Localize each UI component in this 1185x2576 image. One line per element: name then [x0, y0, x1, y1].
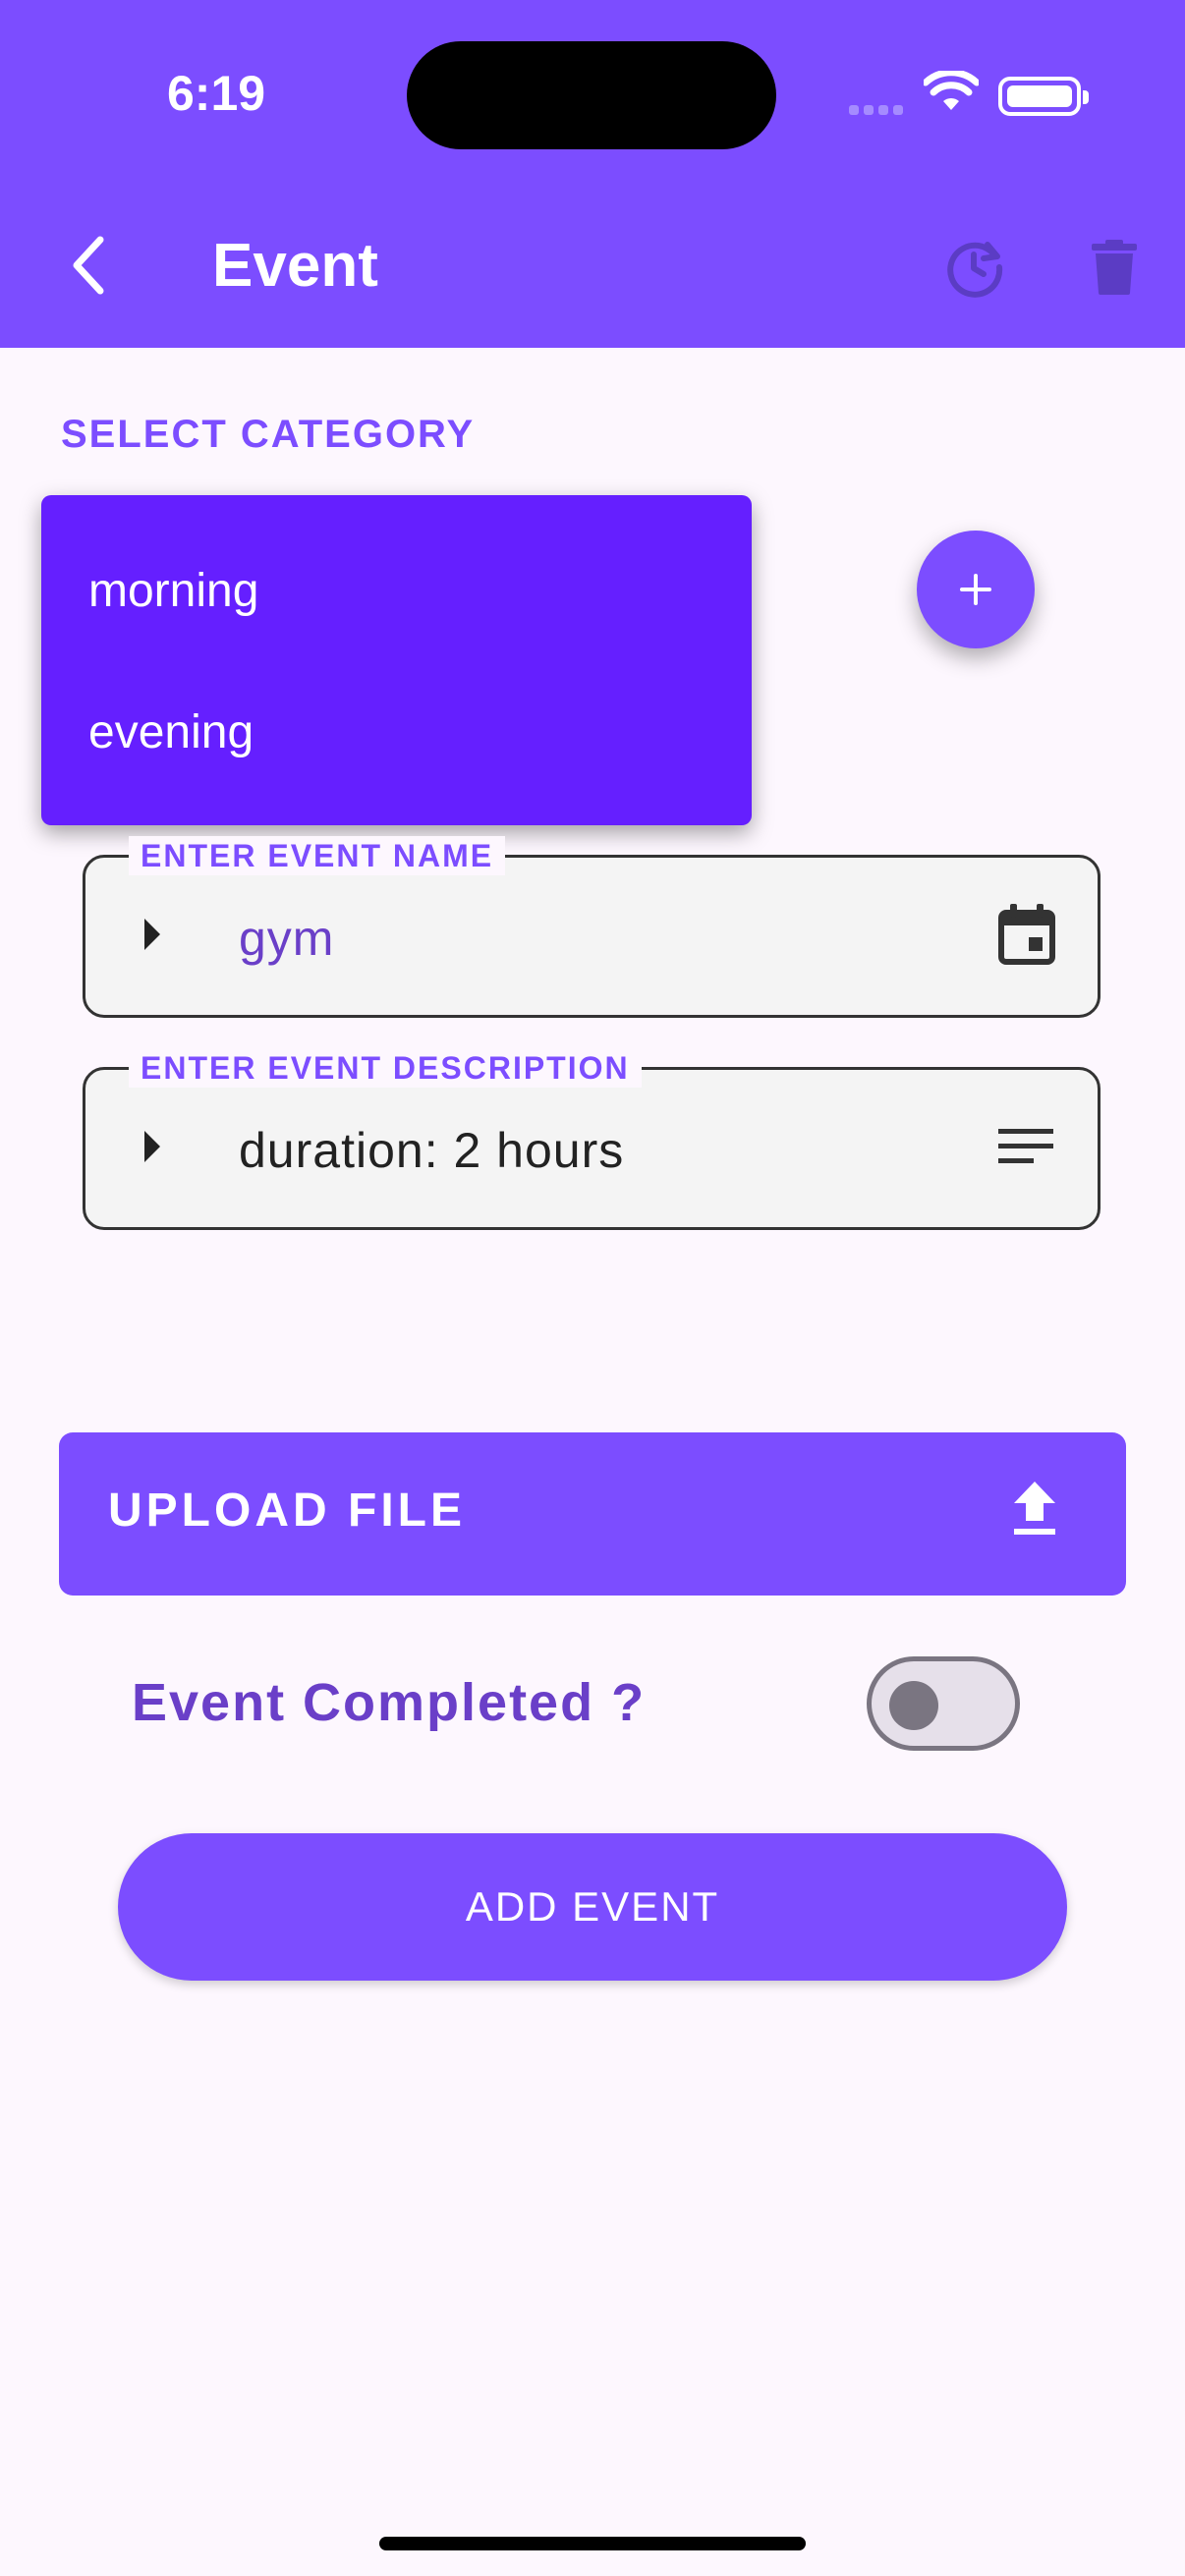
- category-dropdown-menu: morning evening: [41, 495, 752, 825]
- dynamic-island: [407, 41, 776, 149]
- cellular-signal-icon: [849, 102, 908, 120]
- dropdown-option-morning[interactable]: morning: [88, 564, 258, 618]
- event-description-value: duration: 2 hours: [239, 1123, 625, 1178]
- play-arrow-icon: [144, 1131, 160, 1162]
- add-category-button[interactable]: [917, 531, 1035, 648]
- upload-file-button[interactable]: UPLOAD FILE: [59, 1432, 1126, 1596]
- back-chevron-icon[interactable]: [49, 226, 128, 305]
- event-name-label: ENTER EVENT NAME: [129, 836, 506, 875]
- home-indicator: [379, 2537, 806, 2550]
- wifi-icon: [922, 69, 981, 119]
- battery-icon: [998, 77, 1089, 116]
- event-description-field[interactable]: ENTER EVENT DESCRIPTION duration: 2 hour…: [83, 1048, 1100, 1230]
- upload-file-label: UPLOAD FILE: [108, 1484, 466, 1537]
- add-event-button[interactable]: ADD EVENT: [118, 1833, 1067, 1981]
- calendar-icon[interactable]: [991, 899, 1062, 970]
- event-description-label: ENTER EVENT DESCRIPTION: [129, 1048, 642, 1088]
- select-category-label: SELECT CATEGORY: [61, 413, 476, 456]
- dropdown-option-evening[interactable]: evening: [88, 705, 254, 759]
- status-time: 6:19: [167, 66, 266, 121]
- page-title: Event: [212, 232, 378, 300]
- event-completed-switch[interactable]: [867, 1656, 1020, 1751]
- notes-icon: [991, 1111, 1062, 1182]
- event-name-field[interactable]: ENTER EVENT NAME gym: [83, 836, 1100, 1018]
- history-icon[interactable]: [933, 226, 1016, 308]
- play-arrow-icon: [144, 919, 160, 950]
- switch-knob: [889, 1681, 938, 1730]
- app-bar: Event: [0, 187, 1185, 348]
- upload-icon: [1012, 1482, 1057, 1541]
- event-name-value: gym: [239, 911, 335, 966]
- event-completed-label: Event Completed ?: [132, 1673, 647, 1732]
- status-bar: 6:19: [0, 0, 1185, 187]
- plus-icon: [960, 574, 991, 605]
- trash-icon[interactable]: [1075, 226, 1154, 308]
